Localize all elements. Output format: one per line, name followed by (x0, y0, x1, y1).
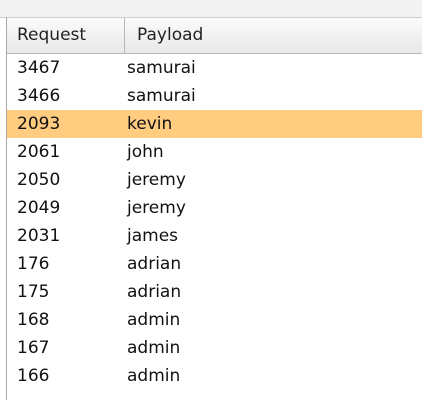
cell-payload: admin (127, 338, 181, 358)
cell-payload: jeremy (127, 198, 186, 218)
cell-request: 2061 (17, 142, 61, 162)
cell-request: 2093 (17, 114, 61, 134)
cell-payload: samurai (127, 86, 196, 106)
cell-payload: john (127, 142, 164, 162)
table-body: 3467 samurai 3466 samurai 2093 kevin 2061 john 2… (7, 54, 422, 390)
results-table-view: Request Payload 3467 samurai 3466 samurai 20… (0, 0, 422, 400)
top-toolbar-strip (0, 0, 422, 17)
table-row[interactable]: 2031 james (7, 222, 422, 250)
table-row[interactable]: 175 adrian (7, 278, 422, 306)
cell-request: 175 (17, 282, 50, 302)
table-row[interactable]: 3467 samurai (7, 54, 422, 82)
cell-request: 2050 (17, 170, 61, 190)
column-header-payload[interactable]: Payload (125, 18, 422, 53)
cell-payload: adrian (127, 254, 182, 274)
results-table: Request Payload 3467 samurai 3466 samurai 20… (7, 18, 422, 390)
cell-request: 167 (17, 338, 50, 358)
cell-payload: admin (127, 366, 181, 386)
cell-payload: kevin (127, 114, 173, 134)
table-row[interactable]: 2050 jeremy (7, 166, 422, 194)
table-row[interactable]: 168 admin (7, 306, 422, 334)
table-row[interactable]: 176 adrian (7, 250, 422, 278)
table-row-selected[interactable]: 2093 kevin (7, 110, 422, 138)
table-header: Request Payload (7, 18, 422, 54)
cell-payload: jeremy (127, 170, 186, 190)
column-header-request[interactable]: Request (7, 18, 125, 53)
table-row[interactable]: 3466 samurai (7, 82, 422, 110)
table-row[interactable]: 167 admin (7, 334, 422, 362)
cell-payload: james (127, 226, 179, 246)
cell-request: 2049 (17, 198, 61, 218)
cell-request: 2031 (17, 226, 61, 246)
cell-request: 176 (17, 254, 50, 274)
table-row[interactable]: 2061 john (7, 138, 422, 166)
cell-request: 166 (17, 366, 50, 386)
table-row[interactable]: 166 admin (7, 362, 422, 390)
cell-payload: admin (127, 310, 181, 330)
cell-request: 3466 (17, 86, 61, 106)
cell-payload: adrian (127, 282, 182, 302)
cell-request: 3467 (17, 58, 61, 78)
table-row[interactable]: 2049 jeremy (7, 194, 422, 222)
cell-request: 168 (17, 310, 50, 330)
cell-payload: samurai (127, 58, 196, 78)
